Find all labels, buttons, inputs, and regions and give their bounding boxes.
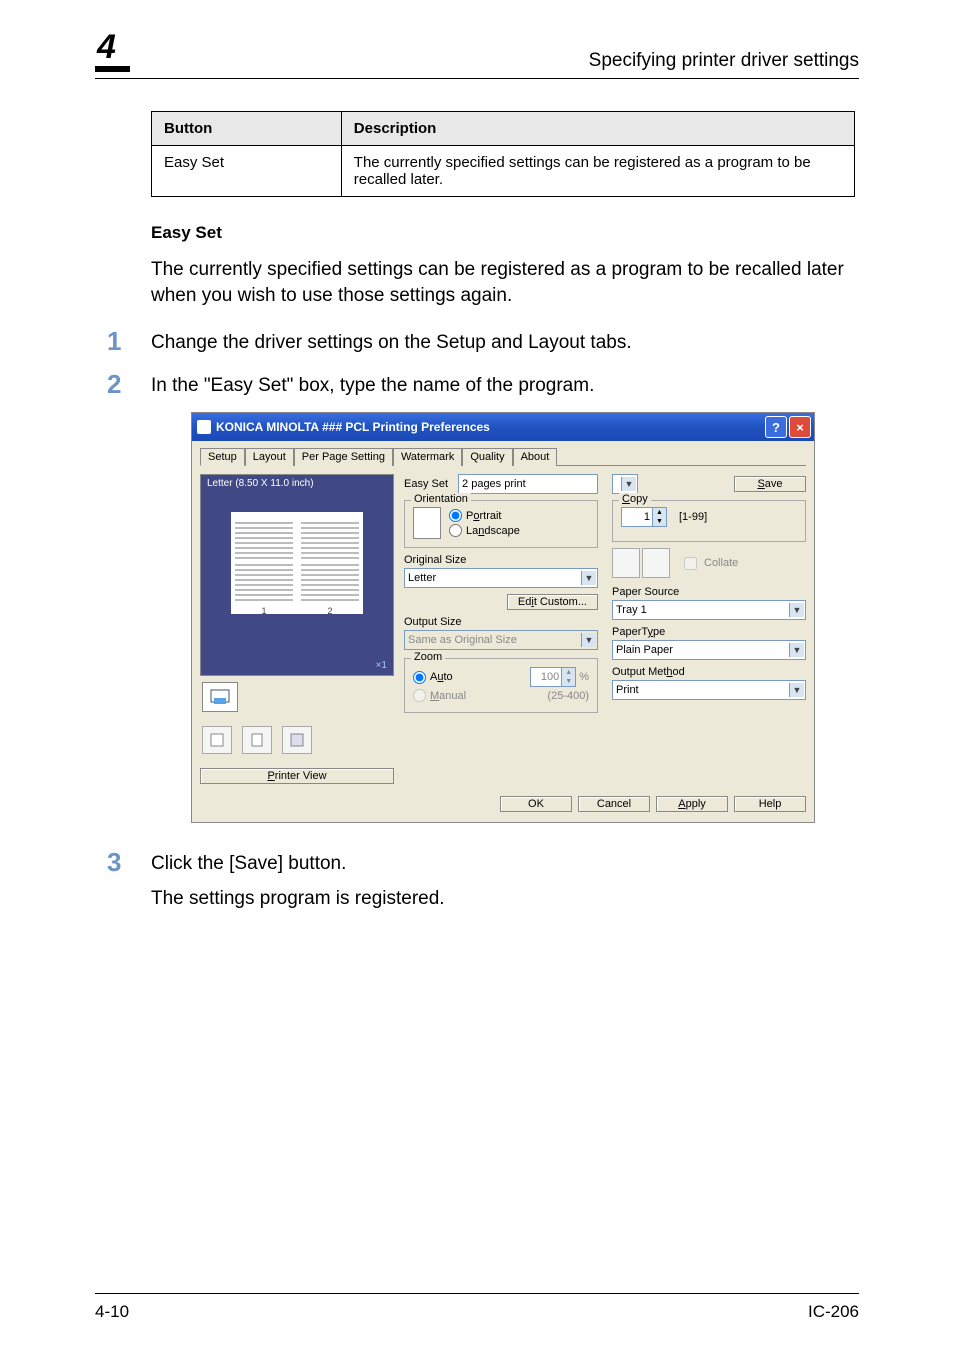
copy-fieldset: Copy 1▲▼ [1-99]	[612, 500, 806, 542]
collate-checkbox[interactable]: Collate	[680, 554, 738, 573]
footer-doc-code: IC-206	[808, 1302, 859, 1322]
step-number-2: 2	[107, 369, 151, 400]
edit-custom-button[interactable]: Edit Custom...	[507, 594, 598, 610]
collate-icon-2	[642, 548, 670, 578]
apply-button[interactable]: Apply	[656, 796, 728, 812]
printer-view-button[interactable]: Printer View	[200, 768, 394, 784]
tab-about[interactable]: About	[513, 448, 558, 466]
preview-size-label: Letter (8.50 X 11.0 inch)	[201, 475, 393, 492]
easy-set-input[interactable]: 2 pages print	[458, 474, 598, 494]
description-table: Button Description Easy Set The currentl…	[151, 111, 855, 197]
orientation-legend: Orientation	[411, 493, 471, 505]
step-text-1: Change the driver settings on the Setup …	[151, 326, 632, 357]
tab-strip: Setup Layout Per Page Setting Watermark …	[200, 447, 806, 466]
footer-page-number: 4-10	[95, 1302, 129, 1322]
page-preview: Letter (8.50 X 11.0 inch) 1	[200, 474, 394, 676]
tab-per-page-setting[interactable]: Per Page Setting	[294, 448, 393, 466]
collate-icon-1	[612, 548, 640, 578]
td-button-desc: The currently specified settings can be …	[341, 146, 854, 197]
th-description: Description	[341, 112, 854, 146]
app-icon	[197, 420, 211, 434]
orientation-fieldset: Orientation Portrait Landscape	[404, 500, 598, 548]
section-intro: The currently specified settings can be …	[151, 257, 855, 308]
zoom-spinner[interactable]: 100▲▼	[530, 667, 576, 687]
cancel-button[interactable]: Cancel	[578, 796, 650, 812]
page-icon[interactable]	[242, 726, 272, 754]
landscape-radio[interactable]: Landscape	[449, 524, 589, 537]
zoom-fieldset: Zoom Auto 100▲▼ % Manual	[404, 658, 598, 713]
chapter-number: 4	[97, 30, 116, 64]
tab-watermark[interactable]: Watermark	[393, 448, 462, 466]
titlebar-help-button[interactable]: ?	[765, 416, 787, 438]
titlebar-text: KONICA MINOLTA ### PCL Printing Preferen…	[216, 420, 763, 434]
preview-scale: ×1	[376, 660, 387, 671]
tab-layout[interactable]: Layout	[245, 448, 294, 466]
step-text-3: Click the [Save] button.	[151, 847, 445, 878]
step-number-3: 3	[107, 847, 151, 930]
th-button: Button	[152, 112, 342, 146]
help-button[interactable]: Help	[734, 796, 806, 812]
tab-quality[interactable]: Quality	[462, 448, 512, 466]
output-method-dropdown[interactable]: Print▼	[612, 680, 806, 700]
easy-set-dropdown[interactable]: ▼	[612, 474, 638, 494]
original-size-dropdown[interactable]: Letter▼	[404, 568, 598, 588]
paper-source-label: Paper Source	[612, 586, 806, 598]
output-size-dropdown[interactable]: Same as Original Size▼	[404, 630, 598, 650]
titlebar-close-button[interactable]: ×	[789, 416, 811, 438]
zoom-range: (25-400)	[547, 690, 589, 702]
printer-icon[interactable]	[202, 682, 238, 712]
copy-spinner[interactable]: 1▲▼	[621, 507, 667, 527]
paper-type-dropdown[interactable]: Plain Paper▼	[612, 640, 806, 660]
original-size-label: Original Size	[404, 554, 598, 566]
output-method-label: Output Method	[612, 666, 806, 678]
feature-icon[interactable]	[282, 726, 312, 754]
output-size-label: Output Size	[404, 616, 598, 628]
step-result-3: The settings program is registered.	[151, 888, 445, 910]
titlebar: KONICA MINOLTA ### PCL Printing Preferen…	[192, 413, 814, 441]
ok-button[interactable]: OK	[500, 796, 572, 812]
section-title: Easy Set	[151, 223, 855, 243]
paper-icon[interactable]	[202, 726, 232, 754]
orientation-icon	[413, 507, 441, 539]
page-header-title: Specifying printer driver settings	[589, 50, 859, 72]
easy-set-label: Easy Set	[404, 478, 448, 490]
save-button[interactable]: Save	[734, 476, 806, 492]
paper-source-dropdown[interactable]: Tray 1▼	[612, 600, 806, 620]
printing-preferences-dialog: KONICA MINOLTA ### PCL Printing Preferen…	[191, 412, 815, 823]
paper-type-label: PaperType	[612, 626, 806, 638]
td-button-name: Easy Set	[152, 146, 342, 197]
zoom-manual-radio[interactable]: Manual (25-400)	[413, 689, 589, 702]
portrait-radio[interactable]: Portrait	[449, 509, 589, 522]
step-number-1: 1	[107, 326, 151, 357]
step-text-2: In the "Easy Set" box, type the name of …	[151, 369, 594, 400]
tab-setup[interactable]: Setup	[200, 448, 245, 466]
zoom-legend: Zoom	[411, 651, 445, 663]
zoom-auto-radio[interactable]: Auto 100▲▼ %	[413, 667, 589, 687]
copy-range: [1-99]	[679, 511, 707, 523]
